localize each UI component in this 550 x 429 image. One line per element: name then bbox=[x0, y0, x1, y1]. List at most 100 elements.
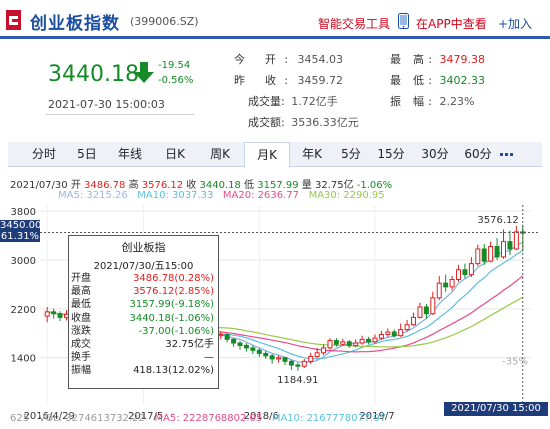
candle bbox=[57, 311, 63, 322]
tooltip-row-label: 涨跌 bbox=[71, 325, 91, 337]
period-tabs: 分时 5日 年线 日K 周K 月K 年K 5分 15分 30分 60分 bbox=[8, 142, 542, 168]
candle-body bbox=[462, 269, 468, 276]
tab-60min[interactable]: 60分 bbox=[458, 142, 498, 167]
candle bbox=[488, 241, 494, 263]
stat-low: 最 低: 3402.33 bbox=[390, 74, 485, 87]
candle bbox=[288, 360, 294, 370]
candle bbox=[366, 336, 372, 345]
tooltip-row-label: 收盘 bbox=[71, 312, 91, 324]
tooltip-row-value: 3486.78(0.28%) bbox=[133, 273, 214, 284]
candle bbox=[224, 333, 230, 343]
candle-body bbox=[44, 311, 50, 317]
change-value: -19.54 bbox=[158, 60, 191, 71]
min-annotation: 1184.91 bbox=[277, 375, 318, 386]
tooltip-row-value: 32.75亿手 bbox=[165, 338, 214, 350]
candle-body bbox=[282, 357, 288, 362]
tab-5day[interactable]: 5日 bbox=[68, 142, 106, 167]
candle-body bbox=[321, 347, 327, 354]
candle bbox=[359, 335, 365, 345]
candle bbox=[430, 291, 436, 315]
more-options-icon[interactable] bbox=[500, 147, 514, 161]
candle bbox=[417, 302, 423, 319]
tab-month-k[interactable]: 月K bbox=[244, 142, 290, 168]
candle bbox=[398, 323, 404, 337]
candle-body bbox=[51, 311, 57, 315]
y-tick-label: 3800 bbox=[11, 207, 36, 218]
tab-30min[interactable]: 30分 bbox=[414, 142, 456, 167]
candle-body bbox=[436, 282, 442, 299]
tab-year-line[interactable]: 年线 bbox=[108, 142, 152, 167]
tooltip-row-label: 换手 bbox=[71, 352, 91, 364]
candle-body bbox=[224, 333, 230, 340]
candle-body bbox=[411, 316, 417, 326]
candle bbox=[218, 332, 224, 340]
tooltip-row-value: -37.00(-1.06%) bbox=[138, 325, 214, 337]
tab-day-k[interactable]: 日K bbox=[154, 142, 196, 167]
candle-body bbox=[481, 248, 487, 262]
candle-body bbox=[423, 306, 429, 315]
candle bbox=[51, 308, 57, 319]
smart-trade-tool-link[interactable]: 智能交易工具 bbox=[318, 15, 390, 32]
candle-body bbox=[404, 324, 410, 331]
add-watchlist-button[interactable]: +加入 bbox=[498, 15, 532, 32]
down-arrow-icon bbox=[134, 62, 154, 83]
candle bbox=[501, 229, 506, 259]
candle-body bbox=[443, 282, 449, 288]
candle-body bbox=[398, 329, 404, 337]
tooltip-row: 最低 3157.99(-9.18%) bbox=[69, 298, 218, 311]
quote-divider bbox=[46, 114, 194, 115]
tooltip-row-value: 3440.18(-1.06%) bbox=[129, 312, 214, 324]
tooltip-row-value: 3157.99(-9.18%) bbox=[129, 299, 214, 311]
candle-body bbox=[327, 340, 333, 349]
candle-body bbox=[353, 342, 359, 346]
tab-5min[interactable]: 5分 bbox=[334, 142, 368, 167]
max-annotation: 3576.12 bbox=[477, 215, 518, 226]
candle-body bbox=[288, 360, 294, 366]
current-price: 3440.18 bbox=[48, 62, 139, 87]
candle-body bbox=[449, 279, 455, 288]
volume-legend: 625 VOL: 3274613732.22 MA5: 2228768802.0… bbox=[10, 413, 387, 424]
tab-week-k[interactable]: 周K bbox=[198, 142, 242, 167]
candle bbox=[231, 338, 237, 347]
stat-prev-close: 昨 收: 3459.72 bbox=[234, 74, 343, 87]
tab-year-k[interactable]: 年K bbox=[292, 142, 332, 167]
stat-high: 最 高: 3479.38 bbox=[390, 53, 485, 66]
y-tick-label: 3000 bbox=[11, 256, 36, 267]
candle bbox=[436, 275, 442, 301]
candle-tooltip: 创业板指 2021/07/30/五15:00 开盘 3486.78(0.28%) 最… bbox=[68, 235, 219, 389]
cursor-price-tag: 3450.00 61.31% bbox=[0, 220, 42, 242]
tooltip-row: 收盘 3440.18(-1.06%) bbox=[69, 312, 218, 325]
candle bbox=[295, 362, 301, 371]
candle-body bbox=[507, 241, 513, 250]
candle-body bbox=[513, 231, 519, 250]
candle bbox=[404, 319, 410, 332]
cursor-date-tag: 2021/07/30 15:00 bbox=[444, 402, 548, 416]
candle bbox=[327, 338, 333, 350]
tab-15min[interactable]: 15分 bbox=[370, 142, 412, 167]
candle-body bbox=[494, 246, 500, 258]
candle bbox=[243, 343, 249, 352]
candle bbox=[256, 347, 262, 358]
candle-body bbox=[488, 246, 494, 262]
phone-icon bbox=[398, 13, 409, 29]
candle-body bbox=[366, 338, 372, 343]
candle bbox=[282, 356, 288, 365]
tooltip-rows: 开盘 3486.78(0.28%) 最高 3576.12(2.85%) 最低 3157.9… bbox=[69, 272, 218, 378]
candle-body bbox=[372, 337, 378, 343]
candle-body bbox=[276, 357, 282, 360]
candle-body bbox=[417, 306, 423, 318]
candle-body bbox=[391, 331, 397, 337]
candle bbox=[301, 358, 307, 369]
ohlc-summary: 2021/07/30 开 3486.78 高 3576.12 收 3440.18… bbox=[10, 180, 393, 191]
y-tick-label: 1400 bbox=[11, 354, 36, 365]
candle bbox=[269, 354, 275, 364]
candle-body bbox=[430, 297, 436, 315]
candle bbox=[346, 339, 352, 348]
tooltip-row: 涨跌 -37.00(-1.06%) bbox=[69, 325, 218, 338]
tab-intraday[interactable]: 分时 bbox=[22, 142, 66, 167]
candle bbox=[513, 225, 519, 251]
tooltip-row: 最高 3576.12(2.85%) bbox=[69, 285, 218, 298]
quote-time: 2021-07-30 15:00:03 bbox=[48, 98, 165, 111]
view-in-app-link[interactable]: 在APP中查看 bbox=[416, 15, 487, 32]
change-percent: -0.56% bbox=[158, 75, 194, 86]
